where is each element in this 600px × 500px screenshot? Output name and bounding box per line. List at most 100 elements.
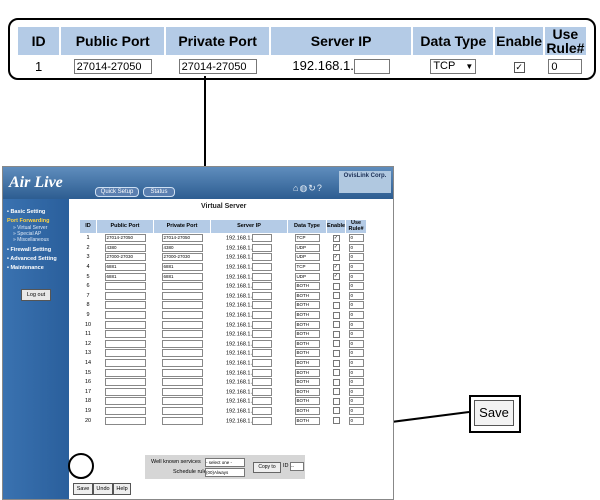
private-port-input[interactable] <box>161 301 203 310</box>
zoom-data-type-select[interactable]: TCP ▼ <box>430 59 477 75</box>
sidebar-item-port-forwarding[interactable]: Port Forwarding <box>7 218 49 224</box>
data-type-select[interactable]: BOTH <box>294 387 320 396</box>
copy-to-button[interactable]: Copy to <box>253 462 281 473</box>
status-button[interactable]: Status <box>143 187 175 197</box>
data-type-select[interactable]: BOTH <box>294 416 320 425</box>
enable-checkbox[interactable] <box>332 321 340 329</box>
ip-last-octet-input[interactable] <box>252 234 272 243</box>
rule-input[interactable]: 0 <box>348 320 364 329</box>
ip-last-octet-input[interactable] <box>252 397 272 406</box>
ip-last-octet-input[interactable] <box>252 378 272 387</box>
data-type-select[interactable]: BOTH <box>294 330 320 339</box>
private-port-input[interactable] <box>161 359 203 368</box>
private-port-input[interactable]: 4380 <box>161 243 203 252</box>
public-port-input[interactable] <box>104 349 146 358</box>
rule-input[interactable]: 0 <box>348 263 364 272</box>
ip-last-octet-input[interactable] <box>252 339 272 348</box>
enable-checkbox[interactable] <box>332 397 340 405</box>
globe-icon[interactable]: ◍ <box>299 183 308 193</box>
rule-input[interactable]: 0 <box>348 406 364 415</box>
ip-last-octet-input[interactable] <box>252 406 272 415</box>
private-port-input[interactable] <box>161 378 203 387</box>
public-port-input[interactable]: 6881 <box>104 272 146 281</box>
private-port-input[interactable]: 27014-27050 <box>161 234 203 243</box>
enable-checkbox[interactable] <box>332 330 340 338</box>
data-type-select[interactable]: BOTH <box>294 301 320 310</box>
ip-last-octet-input[interactable] <box>252 301 272 310</box>
ip-last-octet-input[interactable] <box>252 359 272 368</box>
rule-input[interactable]: 0 <box>348 234 364 243</box>
public-port-input[interactable] <box>104 291 146 300</box>
data-type-select[interactable]: BOTH <box>294 406 320 415</box>
public-port-input[interactable] <box>104 397 146 406</box>
private-port-input[interactable] <box>161 368 203 377</box>
rule-input[interactable]: 0 <box>348 243 364 252</box>
enable-checkbox[interactable]: ✓ <box>332 263 340 271</box>
private-port-input[interactable] <box>161 320 203 329</box>
ip-last-octet-input[interactable] <box>252 311 272 320</box>
data-type-select[interactable]: BOTH <box>294 311 320 320</box>
data-type-select[interactable]: UDP <box>294 243 320 252</box>
rule-input[interactable]: 0 <box>348 416 364 425</box>
private-port-input[interactable] <box>161 282 203 291</box>
id-select[interactable]: -- <box>290 462 304 471</box>
ip-last-octet-input[interactable] <box>252 416 272 425</box>
rule-input[interactable]: 0 <box>348 378 364 387</box>
data-type-select[interactable]: BOTH <box>294 320 320 329</box>
private-port-input[interactable] <box>161 311 203 320</box>
data-type-select[interactable]: BOTH <box>294 282 320 291</box>
zoom-rule-input[interactable] <box>548 59 583 75</box>
zoom-private-port-input[interactable] <box>178 59 257 75</box>
private-port-input[interactable] <box>161 349 203 358</box>
ip-last-octet-input[interactable] <box>252 320 272 329</box>
help-button[interactable]: Help <box>113 483 131 495</box>
private-port-input[interactable] <box>161 330 203 339</box>
public-port-input[interactable] <box>104 282 146 291</box>
public-port-input[interactable] <box>104 301 146 310</box>
ip-last-octet-input[interactable] <box>252 387 272 396</box>
private-port-input[interactable] <box>161 291 203 300</box>
data-type-select[interactable]: BOTH <box>294 339 320 348</box>
public-port-input[interactable] <box>104 311 146 320</box>
rule-input[interactable]: 0 <box>348 339 364 348</box>
public-port-input[interactable] <box>104 320 146 329</box>
public-port-input[interactable] <box>104 339 146 348</box>
enable-checkbox[interactable] <box>332 417 340 425</box>
ip-last-octet-input[interactable] <box>252 243 272 252</box>
sidebar-item-miscellaneous[interactable]: » Miscellaneous <box>13 237 49 243</box>
private-port-input[interactable] <box>161 387 203 396</box>
enable-checkbox[interactable] <box>332 340 340 348</box>
rule-input[interactable]: 0 <box>348 349 364 358</box>
private-port-input[interactable] <box>161 416 203 425</box>
ip-last-octet-input[interactable] <box>252 263 272 272</box>
rule-input[interactable]: 0 <box>348 301 364 310</box>
public-port-input[interactable] <box>104 416 146 425</box>
rule-input[interactable]: 0 <box>348 387 364 396</box>
ip-last-octet-input[interactable] <box>252 349 272 358</box>
sidebar-item-basic-setting[interactable]: • Basic Setting <box>7 209 45 215</box>
rule-input[interactable]: 0 <box>348 311 364 320</box>
zoom-public-port-input[interactable] <box>73 59 152 75</box>
rule-input[interactable]: 0 <box>348 253 364 262</box>
public-port-input[interactable] <box>104 378 146 387</box>
enable-checkbox[interactable] <box>332 407 340 415</box>
ip-last-octet-input[interactable] <box>252 272 272 281</box>
private-port-input[interactable]: 6881 <box>161 272 203 281</box>
data-type-select[interactable]: UDP <box>294 253 320 262</box>
zoom-enable-checkbox[interactable]: ✓ <box>513 61 525 73</box>
enable-checkbox[interactable]: ✓ <box>332 253 340 261</box>
enable-checkbox[interactable] <box>332 282 340 290</box>
sidebar-item-advanced-setting[interactable]: • Advanced Setting <box>7 256 57 262</box>
public-port-input[interactable] <box>104 387 146 396</box>
public-port-input[interactable] <box>104 406 146 415</box>
save-button[interactable]: Save <box>73 483 93 495</box>
ip-last-octet-input[interactable] <box>252 330 272 339</box>
rule-input[interactable]: 0 <box>348 291 364 300</box>
zoom-ip-last-octet-input[interactable] <box>353 59 390 75</box>
enable-checkbox[interactable] <box>332 359 340 367</box>
enable-checkbox[interactable] <box>332 301 340 309</box>
rule-input[interactable]: 0 <box>348 272 364 281</box>
save-callout-button[interactable]: Save <box>474 400 514 426</box>
data-type-select[interactable]: BOTH <box>294 359 320 368</box>
enable-checkbox[interactable] <box>332 378 340 386</box>
